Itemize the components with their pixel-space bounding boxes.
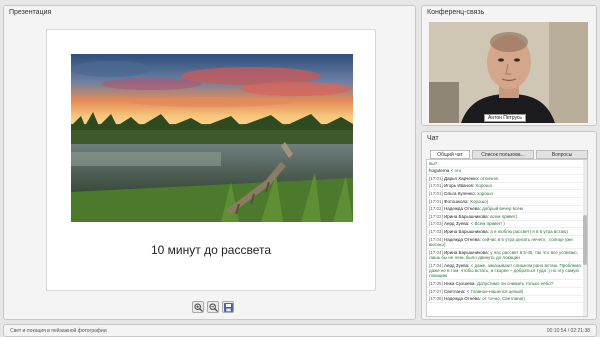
chat-message: вы? (427, 160, 587, 168)
message-user: Ирина Барышникова: (444, 249, 489, 255)
presentation-panel: Презентация 10 минут до рассвета (3, 5, 416, 320)
chat-message: [17:01] Игорь Иванов: Хорошо (427, 183, 587, 191)
chat-message: [17:07] Светлана: < Главное-нашелся целы… (427, 288, 587, 296)
message-time: [17:05] (429, 280, 443, 286)
message-text: < это (450, 168, 462, 174)
message-time: [17:01] (429, 190, 443, 196)
message-text: хорошо (477, 190, 493, 196)
tab-questions[interactable]: Вопросы (536, 150, 588, 159)
message-text: вы? (429, 160, 438, 166)
scrollbar-thumb[interactable] (583, 215, 587, 265)
message-user: Ника Сухшева: (444, 280, 476, 286)
message-user: Игорь Иванов: (444, 183, 475, 189)
chat-message: [17:01] Ольга Куленко: хорошо (427, 190, 587, 198)
message-time: [17:04] (429, 262, 443, 268)
message-text: а я люблю рассвет) я в 5 утра встаю) (490, 228, 568, 234)
message-text: Хорошо) (470, 198, 489, 204)
chat-message: [17:02] Ирина Барышникова: всем привет) (427, 213, 587, 221)
zoom-in-button[interactable] (192, 301, 204, 313)
conference-title: Конференц-связь (427, 9, 485, 16)
message-text: отлично! (480, 175, 499, 181)
message-time: [17:01] (429, 183, 443, 189)
chat-message: [17:01] Фотошкола: Хорошо) (427, 198, 587, 206)
zoom-in-icon (194, 303, 203, 312)
message-user: Надежда Отнева: (444, 296, 481, 302)
message-text: Хорошо (475, 183, 492, 189)
zoom-out-icon (209, 303, 218, 312)
message-text: Допустимо ли снимать только небо? (476, 280, 554, 286)
chat-message: [17:04] Ирина Барышникова: у нас рассвет… (427, 249, 587, 262)
message-text: добрый вечер всем (482, 206, 523, 212)
save-button[interactable] (222, 301, 234, 313)
message-time: [17:04] (429, 249, 443, 255)
message-time: [17:07] (429, 288, 443, 294)
message-time: [17:03] (429, 221, 443, 227)
message-text: от точно, Светлана!) (482, 296, 525, 302)
message-user: Ирина Барышникова: (444, 228, 489, 234)
chat-message: hoguterna < это (427, 168, 587, 176)
message-user: Аерд Зуева: (444, 262, 470, 268)
save-icon (223, 302, 233, 312)
message-user: Светлана: (444, 288, 466, 294)
playback-time: 00:10:54 / 02:21:38 (546, 328, 590, 334)
message-user: hoguterna (429, 168, 450, 174)
message-user: Надежда Отнева: (444, 236, 481, 242)
message-user: Надежда Отнева: (444, 206, 481, 212)
slide: 10 минут до рассвета (46, 29, 376, 291)
message-user: Аерд Зуева: (444, 221, 470, 227)
chat-message: [17:05] Ника Сухшева: Допустимо ли снима… (427, 280, 587, 288)
presentation-title: Презентация (9, 9, 52, 16)
message-time: [17:01] (429, 198, 443, 204)
message-time: [17:03] (429, 228, 443, 234)
message-time: [17:04] (429, 236, 443, 242)
webinar-title: Свет и локация в пейзажной фотографии (10, 328, 107, 334)
tab-user-list[interactable]: Список пользова... (472, 150, 534, 159)
message-text: всем привет) (490, 213, 518, 219)
chat-title: Чат (427, 135, 439, 142)
chat-panel: Чат Общий чат Список пользова... Вопросы… (421, 131, 597, 320)
message-time: [17:08] (429, 296, 443, 302)
chat-messages: вы? hoguterna < это [17:01] Дарья Харченк… (426, 159, 588, 317)
webcam-video: Антон Петрусь (429, 22, 588, 123)
message-user: Фотошкола: (444, 198, 469, 204)
message-text: < Всем привет! ) (470, 221, 505, 227)
tab-general-chat[interactable]: Общий чат (430, 150, 470, 159)
message-user: Ирина Барышникова: (444, 213, 489, 219)
conference-panel: Конференц-связь Антон Петрусь (421, 5, 597, 126)
chat-message: [17:01] Дарья Харченко: отлично! (427, 175, 587, 183)
chat-message: [17:03] Аерд Зуева: < Всем привет! ) (427, 221, 587, 229)
chat-message: [17:04] Надежда Отнева: сейчас в 5 утра … (427, 236, 587, 249)
message-time: [17:01] (429, 175, 443, 181)
message-user: Дарья Харченко: (444, 175, 480, 181)
chat-scrollbar[interactable] (583, 160, 587, 316)
presenter-name: Антон Петрусь (484, 114, 527, 122)
zoom-out-button[interactable] (207, 301, 219, 313)
message-user: Ольга Куленко: (444, 190, 476, 196)
chat-message: [17:04] Аерд Зуева: < даже, заказывают с… (427, 262, 587, 281)
message-time: [17:02] (429, 213, 443, 219)
message-text: < Главное-нашелся целый) (466, 288, 524, 294)
slide-photo (71, 54, 353, 222)
chat-message: [17:08] Надежда Отнева: от точно, Светла… (427, 296, 587, 304)
chat-message: [17:02] Надежда Отнева: добрый вечер все… (427, 206, 587, 214)
message-time: [17:02] (429, 206, 443, 212)
slide-caption: 10 минут до рассвета (151, 243, 271, 257)
status-bar: Свет и локация в пейзажной фотографии 00… (3, 324, 597, 337)
chat-message: [17:03] Ирина Барышникова: а я люблю рас… (427, 228, 587, 236)
